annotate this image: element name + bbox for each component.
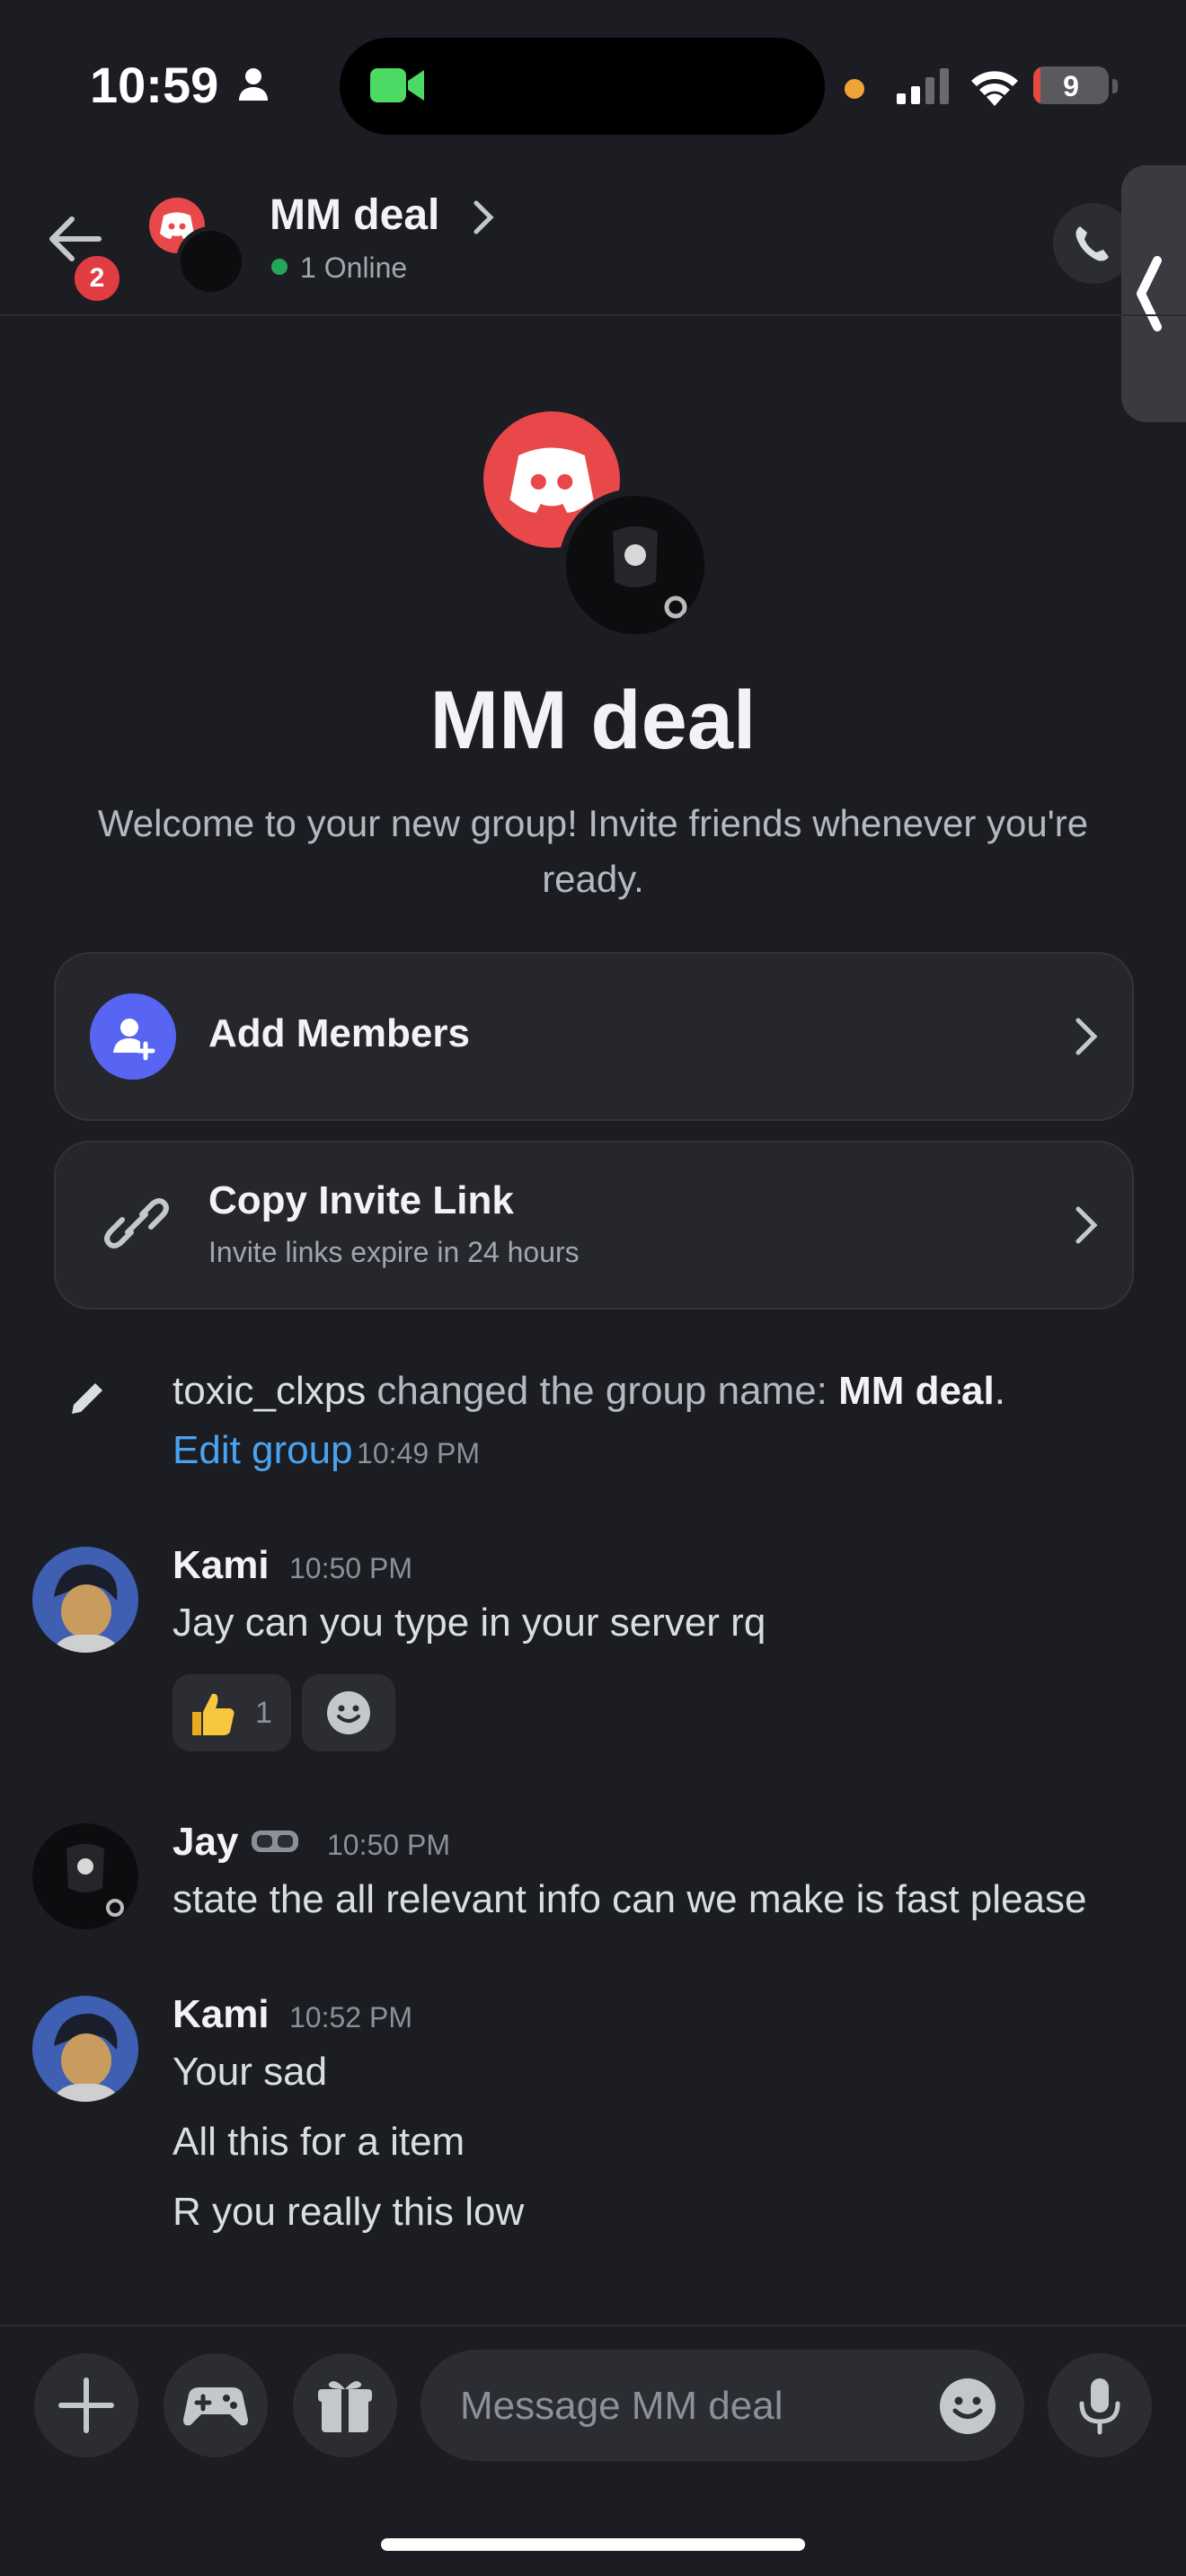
chevron-right-icon — [1075, 1206, 1098, 1244]
system-text: changed the group name: — [366, 1369, 839, 1413]
cellular-signal-icon — [897, 68, 949, 104]
battery-percent: 9 — [1063, 70, 1079, 102]
chevron-right-icon — [1075, 1018, 1098, 1055]
composer-divider — [0, 2325, 1186, 2326]
message-input[interactable]: Message MM deal — [420, 2350, 1024, 2461]
avatar-jay[interactable] — [32, 1823, 138, 1929]
system-message: toxic_clxps changed the group name: MM d… — [173, 1369, 1005, 1414]
system-period: . — [994, 1369, 1005, 1413]
unread-badge: 2 — [70, 251, 124, 305]
thumbs-up-emoji-icon — [192, 1693, 235, 1735]
system-message-footer: Edit group 10:49 PM — [173, 1428, 480, 1473]
message-author[interactable]: Kami — [173, 1543, 270, 1588]
add-members-button[interactable]: Add Members — [54, 952, 1134, 1121]
edit-group-link[interactable]: Edit group — [173, 1428, 353, 1472]
message-time: 10:50 PM — [289, 1552, 412, 1584]
jay-avatar-art — [566, 496, 704, 634]
chevron-right-icon[interactable] — [473, 199, 494, 235]
battery-indicator: 9 — [1033, 66, 1109, 104]
system-time: 10:49 PM — [357, 1437, 480, 1469]
copy-invite-label: Copy Invite Link — [208, 1178, 514, 1222]
kami-avatar-art — [32, 1996, 138, 2102]
group-member-avatar — [176, 226, 246, 296]
avatar-kami[interactable] — [32, 1996, 138, 2102]
battery-cap — [1112, 79, 1118, 93]
gift-button[interactable] — [293, 2353, 397, 2457]
microphone-icon — [1079, 2378, 1120, 2435]
message-author[interactable]: Jay — [173, 1820, 238, 1865]
add-reaction-button[interactable] — [302, 1674, 395, 1751]
voice-message-button[interactable] — [1048, 2353, 1152, 2457]
facetime-camera-icon — [370, 68, 424, 102]
copy-invite-link-button[interactable]: Copy Invite Link Invite links expire in … — [54, 1141, 1134, 1310]
jay-avatar-art — [32, 1823, 138, 1929]
kami-avatar-art — [32, 1547, 138, 1653]
person-icon — [239, 68, 268, 101]
add-member-icon-bg — [90, 993, 176, 1080]
activities-button[interactable] — [164, 2353, 268, 2457]
privacy-indicator — [845, 79, 864, 99]
system-user[interactable]: toxic_clxps — [173, 1369, 366, 1413]
gamepad-icon — [183, 2387, 248, 2426]
gift-icon — [318, 2381, 372, 2432]
message-line: state the all relevant info can we make … — [173, 1877, 1087, 1921]
welcome-text: Welcome to your new group! Invite friend… — [97, 802, 1089, 900]
message-time: 10:50 PM — [327, 1829, 450, 1861]
header-divider — [0, 314, 1186, 316]
group-name-title: MM deal — [429, 675, 757, 766]
attach-button[interactable] — [34, 2353, 138, 2457]
invite-expiry-note: Invite links expire in 24 hours — [208, 1236, 580, 1268]
online-status-dot — [271, 259, 288, 275]
vr-goggles-badge-icon — [252, 1831, 298, 1852]
message-author[interactable]: Kami — [173, 1992, 270, 2037]
link-icon — [104, 1198, 169, 1248]
system-group-name: MM deal — [838, 1369, 995, 1413]
reaction-thumbs-up[interactable]: 1 — [173, 1674, 291, 1751]
reaction-count: 1 — [255, 1696, 272, 1730]
avatar-kami[interactable] — [32, 1547, 138, 1653]
chevron-left-icon — [1137, 256, 1162, 331]
home-indicator — [381, 2538, 805, 2551]
add-members-label: Add Members — [208, 1011, 470, 1055]
message-line: Jay can you type in your server rq — [173, 1601, 766, 1645]
pencil-icon — [72, 1383, 102, 1414]
person-plus-icon — [113, 1019, 155, 1061]
message-time: 10:52 PM — [289, 2001, 412, 2033]
member-avatar-large — [559, 489, 712, 641]
message-line: Your sad — [173, 2050, 328, 2094]
message-input-placeholder: Message MM deal — [460, 2384, 783, 2428]
online-count: 1 Online — [300, 251, 408, 284]
smile-icon[interactable] — [938, 2377, 997, 2436]
message-line: All this for a item — [173, 2120, 465, 2164]
smile-icon — [327, 1691, 370, 1734]
wifi-icon — [971, 71, 1018, 106]
channel-title[interactable]: MM deal — [270, 190, 439, 240]
plus-icon — [58, 2378, 114, 2433]
status-time: 10:59 — [90, 57, 219, 113]
side-panel-handle[interactable] — [1121, 165, 1186, 422]
message-line: R you really this low — [173, 2190, 525, 2234]
